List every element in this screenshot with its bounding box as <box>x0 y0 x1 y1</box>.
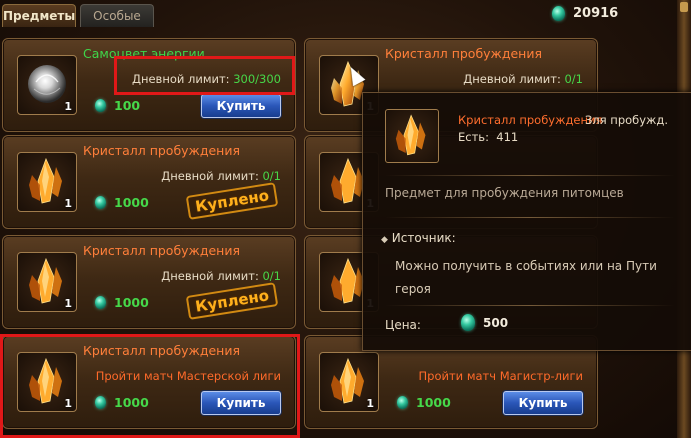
currency-display: 20916 <box>552 2 618 24</box>
purchased-stamp: Куплено <box>185 282 279 320</box>
awakening-crystal-icon: 1 <box>17 152 77 212</box>
buy-button[interactable]: Купить <box>201 94 281 118</box>
awakening-crystal-icon: 1 <box>17 252 77 312</box>
tooltip-source-header: ◆ Источник: <box>381 231 456 245</box>
green-gem-icon <box>552 5 565 21</box>
item-tooltip: Кристалл пробуждения Зля пробужд. Есть: … <box>362 92 691 351</box>
currency-amount: 20916 <box>573 5 619 21</box>
daily-limit-label: Дневной лимит: <box>463 72 561 86</box>
shop-item-awakening-crystal[interactable]: 1 Кристалл пробуждения Дневной лимит: 0/… <box>2 135 296 229</box>
item-title: Кристалл пробуждения <box>385 46 542 61</box>
frame-ornament <box>680 2 688 12</box>
item-quantity: 1 <box>64 100 72 113</box>
owned-value: 411 <box>496 130 519 144</box>
item-price: 100 <box>95 98 140 113</box>
price-value: 500 <box>483 315 509 330</box>
purchased-stamp: Куплено <box>185 182 279 220</box>
green-gem-icon <box>95 196 106 209</box>
item-price: 1000 <box>95 295 149 310</box>
daily-limit: Дневной лимит: 0/1 <box>463 72 583 86</box>
tooltip-item-name-overlap: Зля пробужд. <box>585 113 669 127</box>
daily-limit-label: Дневной лимит: <box>161 269 259 283</box>
green-gem-icon <box>397 396 408 409</box>
item-quantity: 1 <box>64 297 72 310</box>
shop-window: Предметы Особые 20916 1 Самоцвет энергии… <box>0 0 691 438</box>
tooltip-item-name: Кристалл пробуждения <box>458 113 603 127</box>
daily-limit-value: 0/1 <box>564 72 583 86</box>
daily-limit-value: 0/1 <box>262 269 281 283</box>
daily-limit-value: 0/1 <box>262 169 281 183</box>
shop-item-awakening-crystal[interactable]: 1 Кристалл пробуждения Дневной лимит: 0/… <box>2 235 296 329</box>
item-price: 1000 <box>397 395 451 410</box>
item-price: 1000 <box>95 195 149 210</box>
item-quantity: 1 <box>64 197 72 210</box>
owned-label: Есть: <box>458 130 489 144</box>
green-gem-icon <box>95 296 106 309</box>
item-title: Кристалл пробуждения <box>83 143 240 158</box>
divider <box>385 217 675 218</box>
daily-limit: Дневной лимит: 0/1 <box>161 269 281 283</box>
green-gem-icon <box>95 99 106 112</box>
price-value: 100 <box>114 98 141 113</box>
tooltip-description: Предмет для пробуждения питомцев <box>385 186 624 200</box>
tooltip-price: 500 <box>461 314 508 331</box>
price-value: 1000 <box>114 195 149 210</box>
divider <box>385 175 675 176</box>
buy-button[interactable]: Купить <box>503 391 583 415</box>
source-label: Источник: <box>391 231 456 245</box>
energy-gem-icon: 1 <box>17 55 77 115</box>
purchase-requirement: Пройти матч Магистр-лиги <box>418 369 583 383</box>
item-quantity: 1 <box>366 397 374 410</box>
awakening-crystal-icon: 1 <box>319 352 379 412</box>
price-value: 1000 <box>416 395 451 410</box>
tooltip-source-text: Можно получить в событиях или на Пути ге… <box>395 259 657 296</box>
highlight-item-card <box>0 334 300 438</box>
divider <box>385 305 675 306</box>
tab-special[interactable]: Особые <box>80 4 154 27</box>
tooltip-owned: Есть: 411 <box>458 130 518 144</box>
price-value: 1000 <box>114 295 149 310</box>
highlight-daily-limit <box>114 56 295 95</box>
daily-limit: Дневной лимит: 0/1 <box>161 169 281 183</box>
tooltip-price-label: Цена: <box>385 318 421 332</box>
green-gem-icon <box>461 314 475 331</box>
daily-limit-label: Дневной лимит: <box>161 169 259 183</box>
item-title: Кристалл пробуждения <box>83 243 240 258</box>
bullet-icon: ◆ <box>381 235 388 245</box>
tab-items[interactable]: Предметы <box>2 4 76 27</box>
awakening-crystal-icon <box>385 109 439 163</box>
